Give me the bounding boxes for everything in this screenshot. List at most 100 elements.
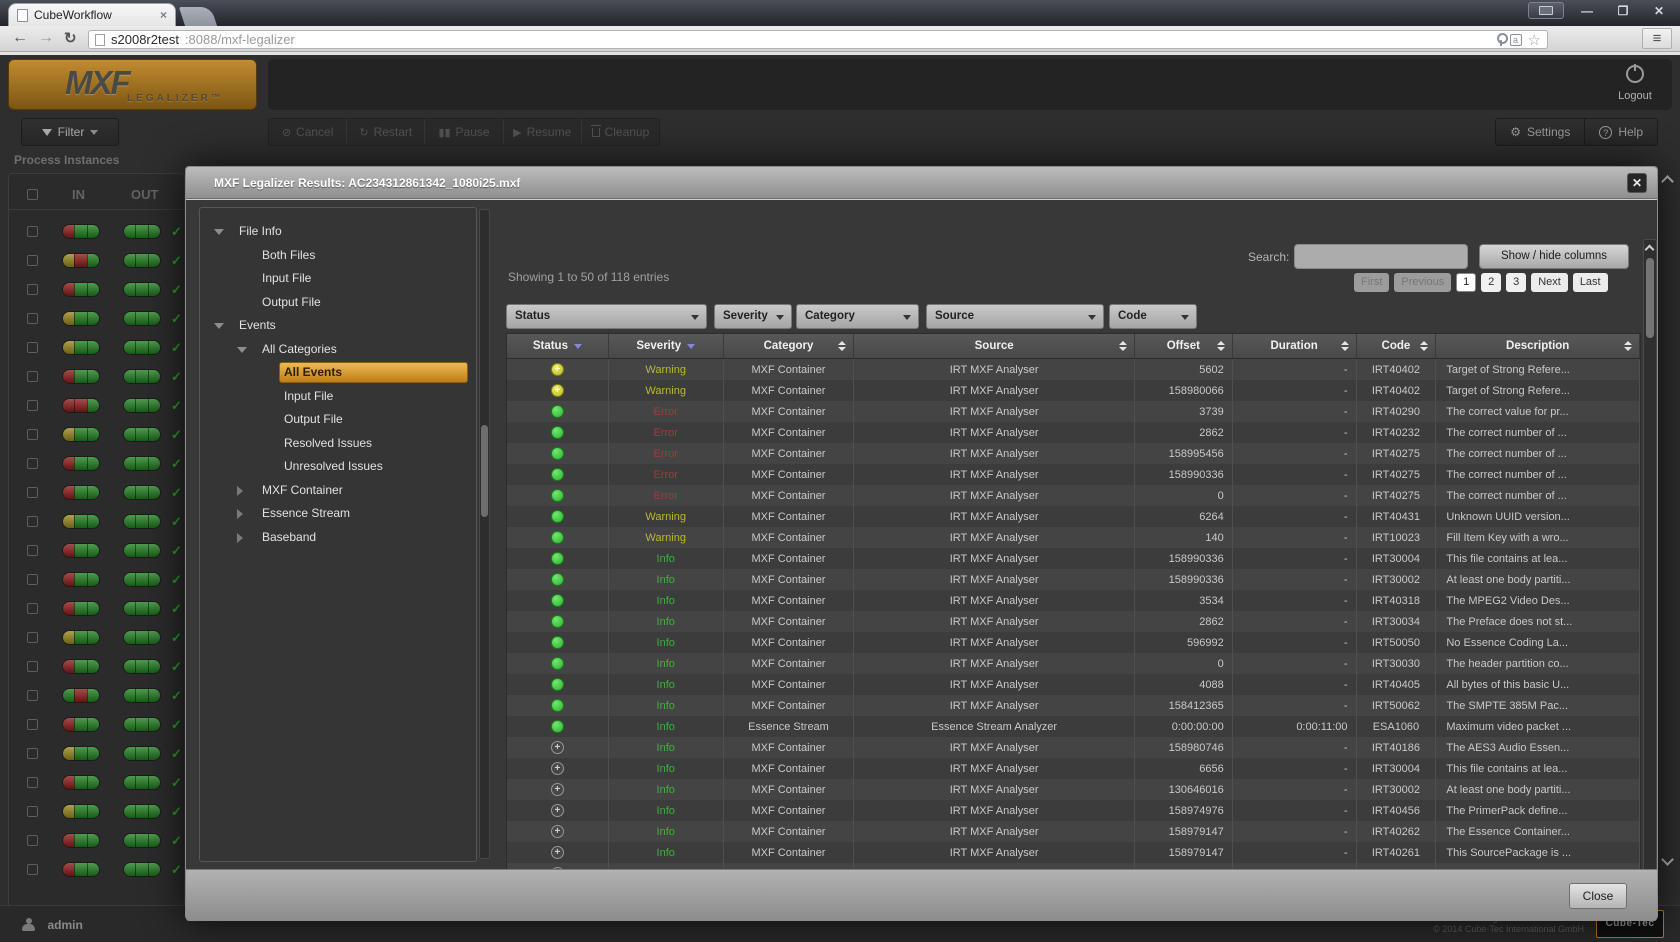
process-row[interactable]: ✓ (9, 276, 184, 305)
row-checkbox[interactable] (27, 255, 38, 266)
tree-expanded-icon[interactable] (214, 323, 224, 329)
event-row[interactable]: +WarningMXF ContainerIRT MXF Analyser158… (507, 380, 1640, 401)
process-row[interactable]: ✓ (9, 479, 184, 508)
tree-item-mxf-container[interactable]: MXF Container (200, 479, 476, 503)
tree-collapsed-icon[interactable] (237, 533, 243, 543)
event-row[interactable]: InfoMXF ContainerIRT MXF Analyser1589903… (507, 548, 1640, 569)
modal-title-bar[interactable]: MXF Legalizer Results: AC234312861342_10… (186, 167, 1657, 199)
row-checkbox[interactable] (27, 690, 38, 701)
pagination-last[interactable]: Last (1573, 273, 1608, 292)
process-row[interactable]: ✓ (9, 305, 184, 334)
column-header-severity[interactable]: Severity (609, 334, 724, 358)
back-button[interactable]: ← (12, 29, 28, 47)
tree-item-resolved-issues[interactable]: Resolved Issues (200, 432, 476, 456)
sort-desc-icon[interactable] (574, 344, 582, 349)
row-checkbox[interactable] (27, 458, 38, 469)
table-scrollbar[interactable] (1643, 239, 1657, 890)
filter-select-source[interactable]: Source (926, 304, 1104, 329)
row-checkbox[interactable] (27, 835, 38, 846)
row-checkbox[interactable] (27, 806, 38, 817)
sort-icon[interactable] (838, 341, 846, 351)
pagination-3[interactable]: 3 (1506, 273, 1526, 292)
row-checkbox[interactable] (27, 487, 38, 498)
event-row[interactable]: ErrorMXF ContainerIRT MXF Analyser158990… (507, 464, 1640, 485)
tree-item-file-info[interactable]: File Info (200, 220, 476, 244)
restore-button[interactable]: ❐ (1610, 4, 1636, 18)
filter-button[interactable]: Filter (21, 118, 119, 146)
settings-button[interactable]: ⚙Settings (1495, 118, 1585, 146)
table-scroll-thumb[interactable] (1646, 258, 1654, 338)
tree-scrollbar[interactable] (479, 209, 490, 859)
event-row[interactable]: ErrorMXF ContainerIRT MXF Analyser2862-I… (507, 422, 1640, 443)
column-header-category[interactable]: Category (724, 334, 855, 358)
row-checkbox[interactable] (27, 603, 38, 614)
row-checkbox[interactable] (27, 226, 38, 237)
tree-item-input-file[interactable]: Input File (200, 385, 476, 409)
column-header-code[interactable]: Code (1357, 334, 1437, 358)
pagination-1[interactable]: 1 (1456, 273, 1476, 292)
event-row[interactable]: InfoMXF ContainerIRT MXF Analyser1589903… (507, 569, 1640, 590)
select-all-checkbox[interactable] (27, 189, 38, 200)
modal-close-icon[interactable]: ✕ (1627, 173, 1647, 193)
process-row[interactable]: ✓ (9, 508, 184, 537)
column-header-offset[interactable]: Offset (1135, 334, 1233, 358)
event-row[interactable]: InfoEssence StreamEssence Stream Analyze… (507, 716, 1640, 737)
row-checkbox[interactable] (27, 661, 38, 672)
filter-select-severity[interactable]: Severity (714, 304, 792, 329)
event-row[interactable]: InfoMXF ContainerIRT MXF Analyser596992-… (507, 632, 1640, 653)
event-row[interactable]: ErrorMXF ContainerIRT MXF Analyser0-IRT4… (507, 485, 1640, 506)
event-row[interactable]: WarningMXF ContainerIRT MXF Analyser6264… (507, 506, 1640, 527)
event-row[interactable]: +InfoMXF ContainerIRT MXF Analyser158979… (507, 842, 1640, 863)
pause-button[interactable]: ▮▮Pause (424, 119, 502, 145)
sort-icon[interactable] (1217, 341, 1225, 351)
tree-item-both-files[interactable]: Both Files (200, 244, 476, 268)
process-row[interactable]: ✓ (9, 653, 184, 682)
cleanup-button[interactable]: Cleanup (581, 119, 659, 145)
pagination-2[interactable]: 2 (1481, 273, 1501, 292)
process-row[interactable]: ✓ (9, 247, 184, 276)
resume-button[interactable]: ▶Resume (503, 119, 581, 145)
process-row[interactable]: ✓ (9, 856, 184, 885)
row-checkbox[interactable] (27, 284, 38, 295)
tree-collapsed-icon[interactable] (237, 509, 243, 519)
restart-button[interactable]: ↻Restart (346, 119, 424, 145)
tree-expanded-icon[interactable] (237, 347, 247, 353)
tree-scroll-thumb[interactable] (481, 425, 488, 517)
column-header-status[interactable]: Status (507, 334, 609, 358)
event-row[interactable]: InfoMXF ContainerIRT MXF Analyser4088-IR… (507, 674, 1640, 695)
cancel-button[interactable]: ⊘Cancel (269, 119, 346, 145)
process-row[interactable]: ✓ (9, 334, 184, 363)
tree-item-essence-stream[interactable]: Essence Stream (200, 502, 476, 526)
tree-item-unresolved-issues[interactable]: Unresolved Issues (200, 455, 476, 479)
process-row[interactable]: ✓ (9, 537, 184, 566)
event-row[interactable]: +InfoMXF ContainerIRT MXF Analyser158980… (507, 737, 1640, 758)
event-row[interactable]: InfoMXF ContainerIRT MXF Analyser3534-IR… (507, 590, 1640, 611)
event-row[interactable]: +InfoMXF ContainerIRT MXF Analyser130646… (507, 779, 1640, 800)
row-checkbox[interactable] (27, 748, 38, 759)
new-tab-button[interactable] (179, 7, 217, 26)
process-row[interactable]: ✓ (9, 363, 184, 392)
translate-icon[interactable]: a (1510, 34, 1522, 46)
tree-item-events[interactable]: Events (200, 314, 476, 338)
row-checkbox[interactable] (27, 313, 38, 324)
event-row[interactable]: +InfoMXF ContainerIRT MXF Analyser6656-I… (507, 758, 1640, 779)
tab-close-icon[interactable]: × (160, 9, 167, 21)
scroll-up-icon[interactable] (1661, 175, 1674, 188)
show-hide-columns-button[interactable]: Show / hide columns (1479, 244, 1629, 269)
row-checkbox[interactable] (27, 777, 38, 788)
process-row[interactable]: ✓ (9, 624, 184, 653)
tree-item-baseband[interactable]: Baseband (200, 526, 476, 550)
event-row[interactable]: InfoMXF ContainerIRT MXF Analyser0-IRT30… (507, 653, 1640, 674)
tree-item-input-file[interactable]: Input File (200, 267, 476, 291)
pagination-next[interactable]: Next (1531, 273, 1568, 292)
row-checkbox[interactable] (27, 516, 38, 527)
row-checkbox[interactable] (27, 429, 38, 440)
row-checkbox[interactable] (27, 342, 38, 353)
key-icon[interactable] (1497, 33, 1504, 46)
row-checkbox[interactable] (27, 632, 38, 643)
bookmark-star-icon[interactable]: ☆ (1528, 31, 1541, 49)
pagination-previous[interactable]: Previous (1394, 273, 1451, 292)
sort-icon[interactable] (1624, 341, 1632, 351)
process-row[interactable]: ✓ (9, 798, 184, 827)
filter-select-category[interactable]: Category (796, 304, 919, 329)
